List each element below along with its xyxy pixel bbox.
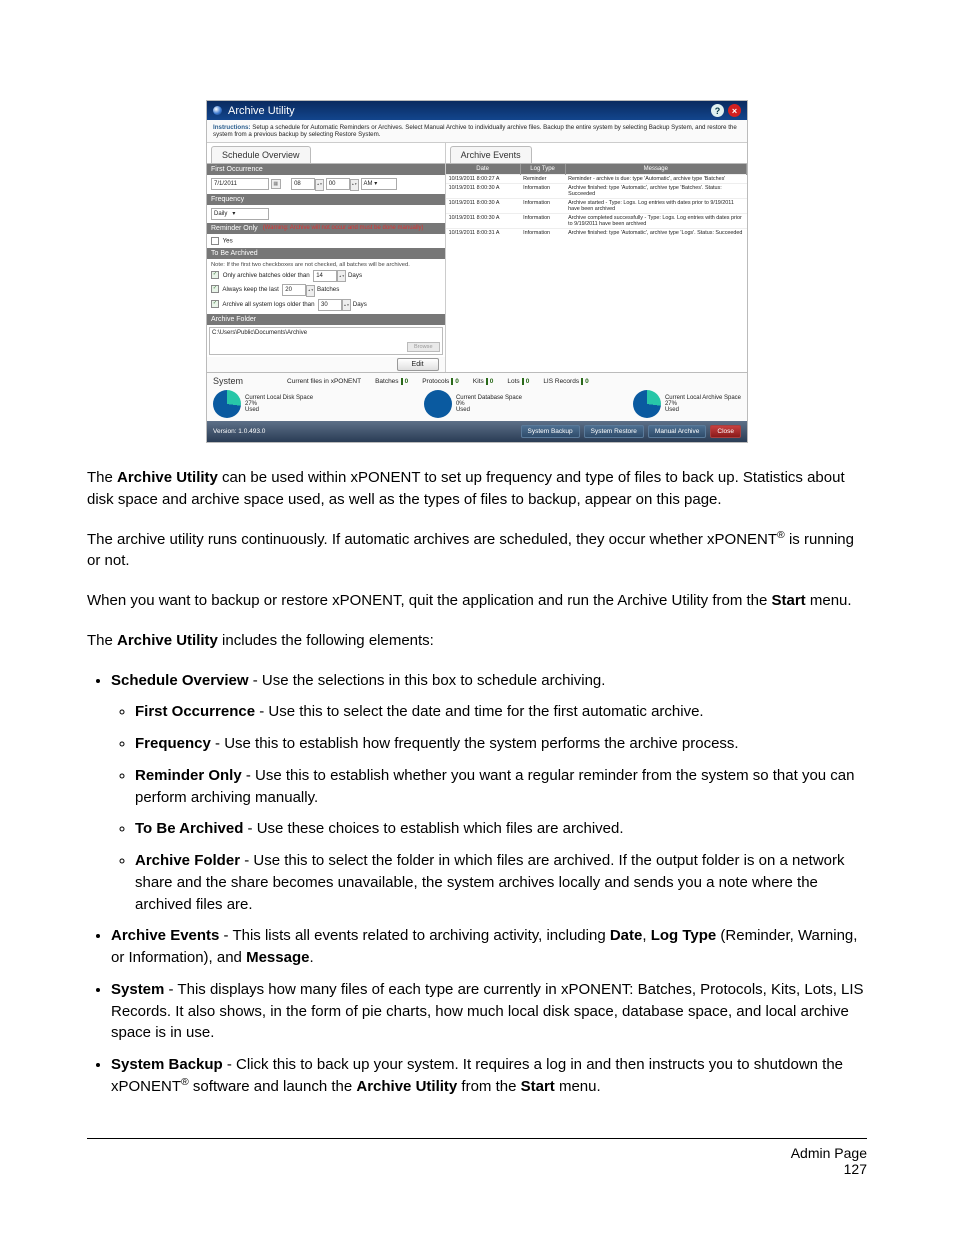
version-label: Version: 1.0.493.0	[213, 428, 265, 435]
minute-stepper[interactable]: ▲▼	[350, 179, 359, 191]
pie-chart-icon	[213, 390, 241, 418]
reminder-yes-label: Yes	[223, 237, 233, 244]
schedule-panel: Schedule Overview First Occurrence 7/1/2…	[207, 143, 446, 372]
table-row: 10/19/2011 8:00:31 AInformationArchive f…	[446, 229, 747, 238]
tab-archive-events[interactable]: Archive Events	[450, 146, 532, 163]
files-in-xponent-label: Current files in xPONENT	[287, 378, 361, 385]
list-item: System - This displays how many files of…	[111, 979, 867, 1044]
batches-count: 0	[401, 378, 409, 385]
frequency-select[interactable]: Daily ▾	[211, 208, 269, 220]
list-item: Archive Folder - Use this to select the …	[135, 850, 867, 915]
browse-button[interactable]: Browse	[407, 342, 440, 352]
list-item: Schedule Overview - Use the selections i…	[111, 670, 867, 916]
col-date: Date	[446, 164, 521, 175]
instructions-label: Instructions:	[213, 124, 250, 131]
list-item: Reminder Only - Use this to establish wh…	[135, 765, 867, 809]
list-item: Archive Events - This lists all events r…	[111, 925, 867, 969]
app-icon	[213, 106, 222, 115]
ampm-select[interactable]: AM ▾	[361, 178, 397, 190]
keep-last-checkbox[interactable]: ✓	[211, 285, 219, 293]
table-row: 10/19/2011 8:00:27 AReminderReminder - a…	[446, 175, 747, 184]
archive-folder-header: Archive Folder	[207, 314, 445, 325]
only-batches-checkbox[interactable]: ✓	[211, 271, 219, 279]
keep-last-value[interactable]: 20	[282, 284, 306, 296]
footer-bar: Version: 1.0.493.0 System Backup System …	[207, 421, 747, 442]
help-icon[interactable]: ?	[711, 104, 724, 117]
system-label: System	[213, 376, 243, 386]
list-item: System Backup - Click this to back up yo…	[111, 1054, 867, 1098]
db-chart: Current Database Space 0% Used	[424, 390, 522, 418]
hour-stepper[interactable]: ▲▼	[315, 179, 324, 191]
window-titlebar: Archive Utility ? ×	[207, 101, 747, 120]
hour-input[interactable]: 08	[291, 178, 315, 190]
paragraph: When you want to backup or restore xPONE…	[87, 590, 867, 612]
manual-archive-button[interactable]: Manual Archive	[648, 425, 706, 438]
edit-button[interactable]: Edit	[397, 358, 439, 371]
first-occurrence-header: First Occurrence	[207, 164, 445, 175]
reminder-yes-checkbox[interactable]: ✓	[211, 237, 219, 245]
archive-utility-screenshot: Archive Utility ? × Instructions: Setup …	[206, 100, 748, 443]
system-restore-button[interactable]: System Restore	[584, 425, 644, 438]
reminder-only-header: Reminder Only (Warning: Archive will not…	[207, 223, 445, 234]
paragraph: The archive utility runs continuously. I…	[87, 529, 867, 573]
archive-folder-path-box: C:\Users\Public\Documents\Archive Browse	[209, 327, 443, 355]
paragraph: The Archive Utility can be used within x…	[87, 467, 867, 511]
date-input[interactable]: 7/1/2011	[211, 178, 269, 190]
pie-chart-icon	[633, 390, 661, 418]
paragraph: The Archive Utility includes the followi…	[87, 630, 867, 652]
pie-chart-icon	[424, 390, 452, 418]
table-row: 10/19/2011 8:00:30 AInformationArchive c…	[446, 214, 747, 229]
col-message: Message	[565, 164, 746, 175]
list-item: Frequency - Use this to establish how fr…	[135, 733, 867, 755]
instructions-bar: Instructions: Setup a schedule for Autom…	[207, 120, 747, 143]
protocols-count: 0	[451, 378, 459, 385]
footer-page-number: 127	[87, 1161, 867, 1177]
to-be-archived-note: Note: If the first two checkboxes are no…	[211, 262, 441, 268]
archive-chart: Current Local Archive Space 27% Used	[633, 390, 741, 418]
only-batches-value[interactable]: 14	[313, 270, 337, 282]
list-item: To Be Archived - Use these choices to es…	[135, 818, 867, 840]
events-table: Date Log Type Message 10/19/2011 8:00:27…	[446, 164, 747, 237]
frequency-header: Frequency	[207, 194, 445, 205]
close-button[interactable]: Close	[710, 425, 741, 438]
minute-input[interactable]: 00	[326, 178, 350, 190]
keep-last-stepper[interactable]: ▲▼	[306, 285, 315, 297]
page-footer: Admin Page 127	[87, 1138, 867, 1177]
to-be-archived-header: To Be Archived	[207, 248, 445, 259]
table-row: 10/19/2011 8:00:30 AInformationArchive f…	[446, 184, 747, 199]
footer-section-label: Admin Page	[87, 1145, 867, 1161]
reminder-warning: (Warning: Archive will not occur and mus…	[263, 225, 441, 232]
system-backup-button[interactable]: System Backup	[521, 425, 580, 438]
kits-count: 0	[486, 378, 494, 385]
instructions-text: Setup a schedule for Automatic Reminders…	[213, 124, 737, 138]
lots-count: 0	[522, 378, 530, 385]
system-panel: System Current files in xPONENT Batches0…	[207, 372, 747, 421]
list-item: First Occurrence - Use this to select th…	[135, 701, 867, 723]
archive-folder-path: C:\Users\Public\Documents\Archive	[212, 330, 307, 336]
calendar-icon[interactable]: ▦	[271, 179, 281, 189]
system-logs-stepper[interactable]: ▲▼	[342, 299, 351, 311]
tab-schedule-overview[interactable]: Schedule Overview	[211, 146, 311, 163]
disk-chart: Current Local Disk Space 27% Used	[213, 390, 313, 418]
table-row: 10/19/2011 8:00:30 AInformationArchive s…	[446, 199, 747, 214]
system-logs-value[interactable]: 30	[318, 299, 342, 311]
window-title: Archive Utility	[228, 105, 295, 117]
only-batches-stepper[interactable]: ▲▼	[337, 270, 346, 282]
events-panel: Archive Events Date Log Type Message 10/…	[446, 143, 747, 372]
col-log-type: Log Type	[520, 164, 565, 175]
system-logs-checkbox[interactable]: ✓	[211, 300, 219, 308]
close-icon[interactable]: ×	[728, 104, 741, 117]
lis-count: 0	[581, 378, 589, 385]
